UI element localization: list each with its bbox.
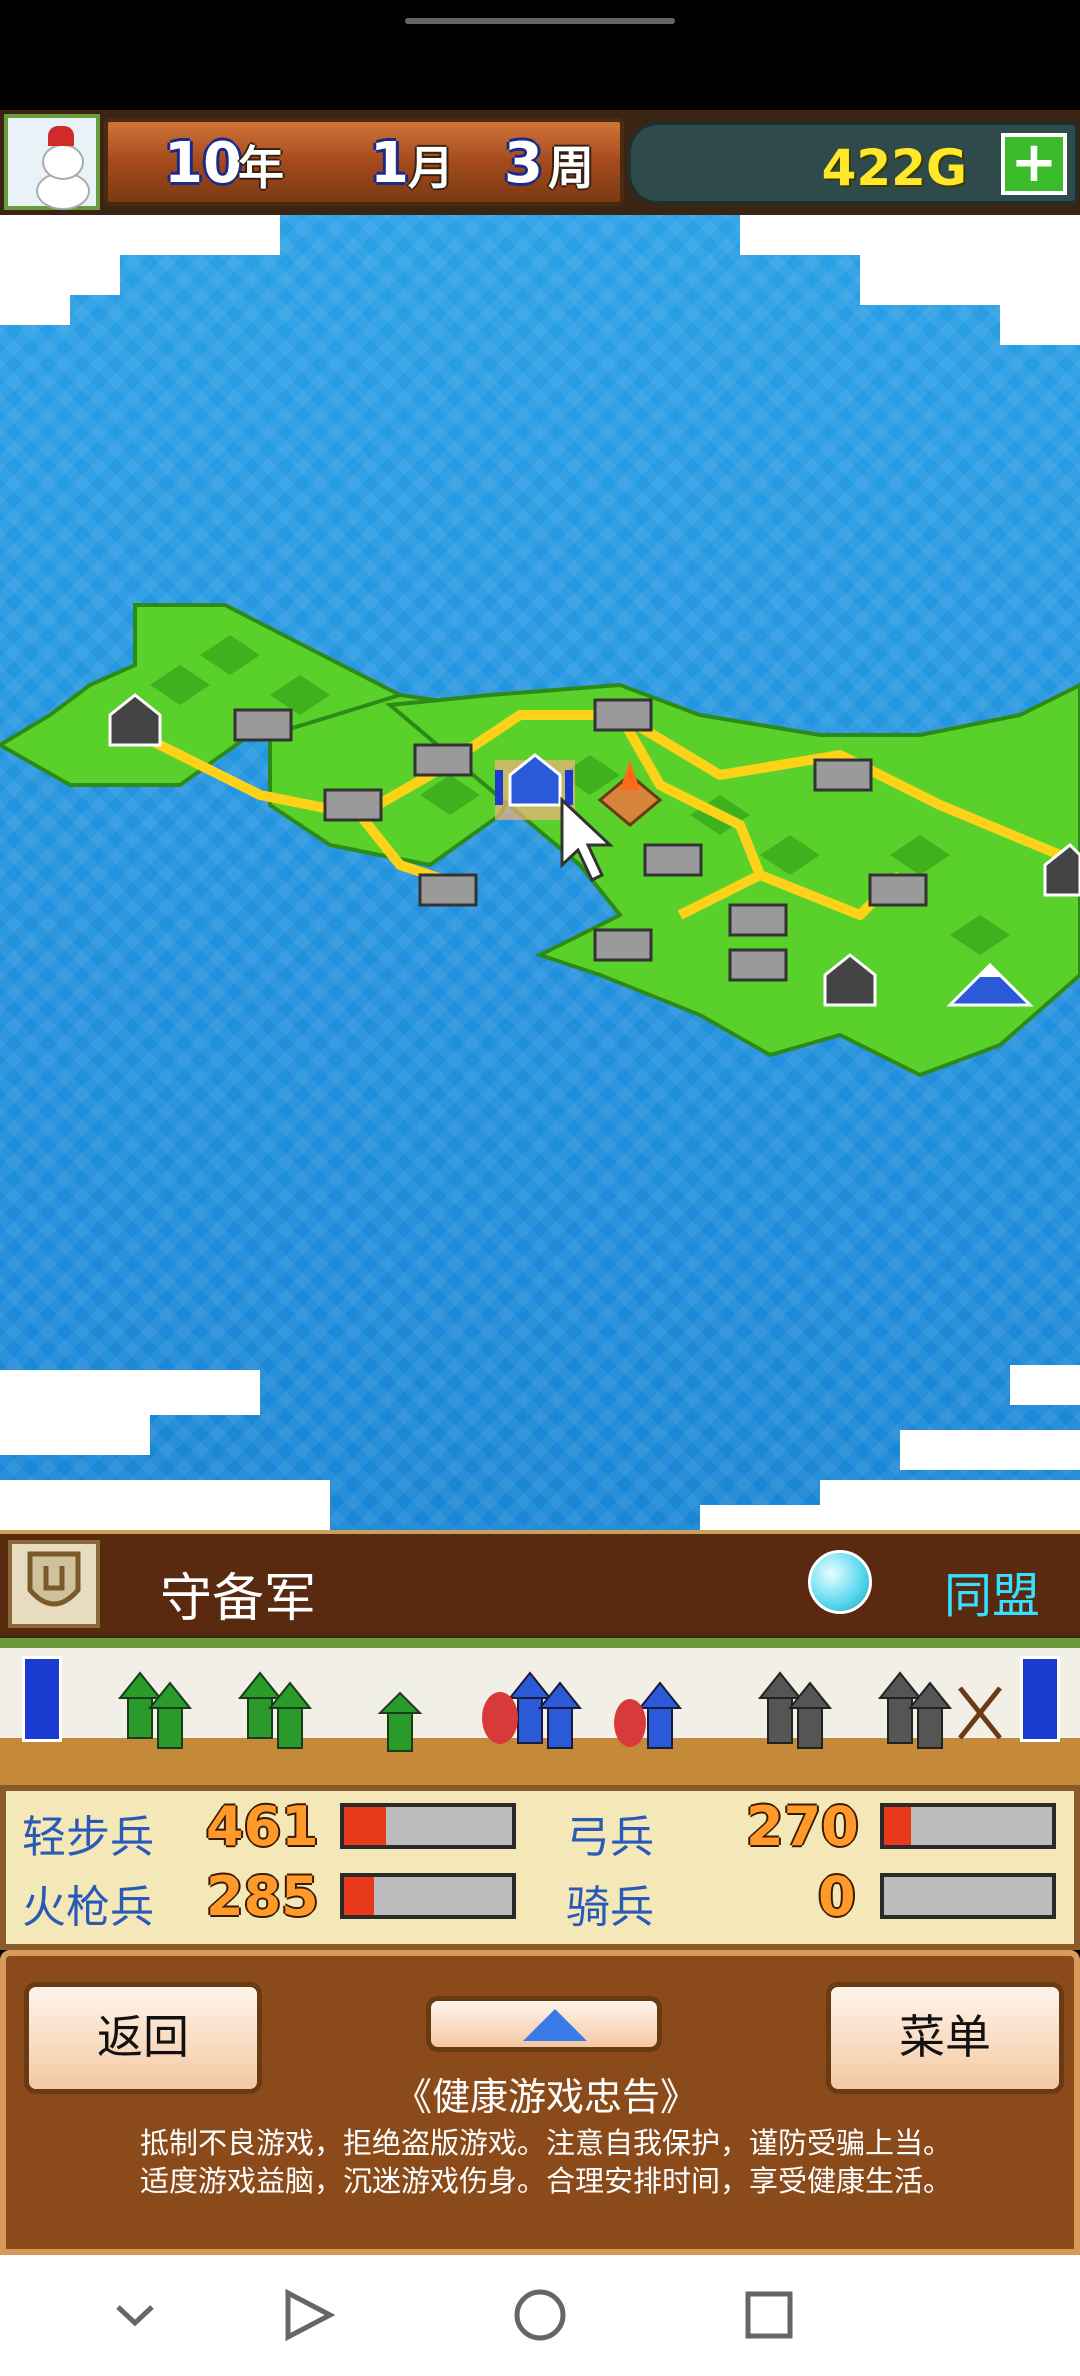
cavalry-value: 0: [818, 1865, 856, 1928]
nav-home-icon[interactable]: [514, 2289, 566, 2341]
world-map[interactable]: [0, 215, 1080, 1530]
year-value: 10: [164, 131, 242, 196]
avatar[interactable]: [4, 114, 100, 210]
expand-button[interactable]: [426, 1996, 662, 2052]
light-infantry-value: 461: [206, 1795, 319, 1858]
bottom-menu: 返回 菜单 《健康游戏忠告》 抵制不良游戏，拒绝盗版游戏。注意自我保护，谨防受骗…: [0, 1950, 1080, 2255]
light-infantry-bar-fill: [344, 1807, 386, 1845]
musketeer-label: 火枪兵: [22, 1882, 154, 1933]
army-bar: 守备军 同盟: [0, 1530, 1080, 1635]
week-unit: 周: [548, 141, 594, 195]
month-value: 1: [370, 131, 409, 196]
advice-line-1: 抵制不良游戏，拒绝盗版游戏。注意自我保护，谨防受骗上当。: [139, 2126, 952, 2160]
archer-label: 弓兵: [566, 1812, 654, 1863]
advice-line-2: 适度游戏益脑，沉迷游戏伤身。合理安排时间，享受健康生活。: [139, 2164, 952, 2198]
cavalry-label: 骑兵: [566, 1882, 654, 1933]
snowman-head: [42, 144, 84, 180]
top-hud: 10 年 1 月 3 周 422G +: [0, 110, 1080, 215]
soldiers-sprites: [117, 1671, 1002, 1752]
army-emblem-icon: [8, 1540, 100, 1628]
date-panel: 10 年 1 月 3 周: [104, 118, 624, 206]
archer-bar: [880, 1803, 1056, 1849]
troop-stats-panel: 轻步兵 461 弓兵 270 火枪兵 285 骑兵 0: [0, 1785, 1080, 1950]
up-arrow-icon: [523, 2009, 587, 2041]
troops-scene: [0, 1635, 1080, 1785]
map-terrain: [0, 215, 1080, 1530]
musketeer-value: 285: [206, 1865, 319, 1928]
cavalry-bar: [880, 1873, 1056, 1919]
year-unit: 年: [238, 141, 284, 195]
gold-value: 422G: [821, 139, 967, 197]
army-name: 守备军: [160, 1569, 317, 1629]
archer-bar-fill: [884, 1807, 911, 1845]
snowman-hat: [48, 126, 74, 146]
notch-indicator: [405, 18, 675, 24]
week-value: 3: [504, 131, 543, 196]
month-unit: 月: [408, 141, 454, 195]
alliance-label[interactable]: 同盟: [944, 1556, 1040, 1626]
status-bar: [0, 0, 1080, 110]
nav-back-icon[interactable]: [285, 2288, 336, 2342]
gold-panel: 422G +: [628, 122, 1078, 204]
system-nav-bar: [0, 2255, 1080, 2376]
musketeer-bar-fill: [344, 1877, 375, 1915]
nav-down-icon[interactable]: [116, 2305, 154, 2327]
musketeer-bar: [340, 1873, 516, 1919]
light-infantry-label: 轻步兵: [22, 1812, 154, 1863]
light-infantry-bar: [340, 1803, 516, 1849]
add-gold-button[interactable]: +: [1001, 133, 1067, 195]
nav-recents-icon[interactable]: [745, 2291, 793, 2339]
advice-title: 《健康游戏忠告》: [393, 2075, 698, 2119]
archer-value: 270: [746, 1795, 859, 1858]
alliance-orb-icon[interactable]: [808, 1550, 872, 1614]
